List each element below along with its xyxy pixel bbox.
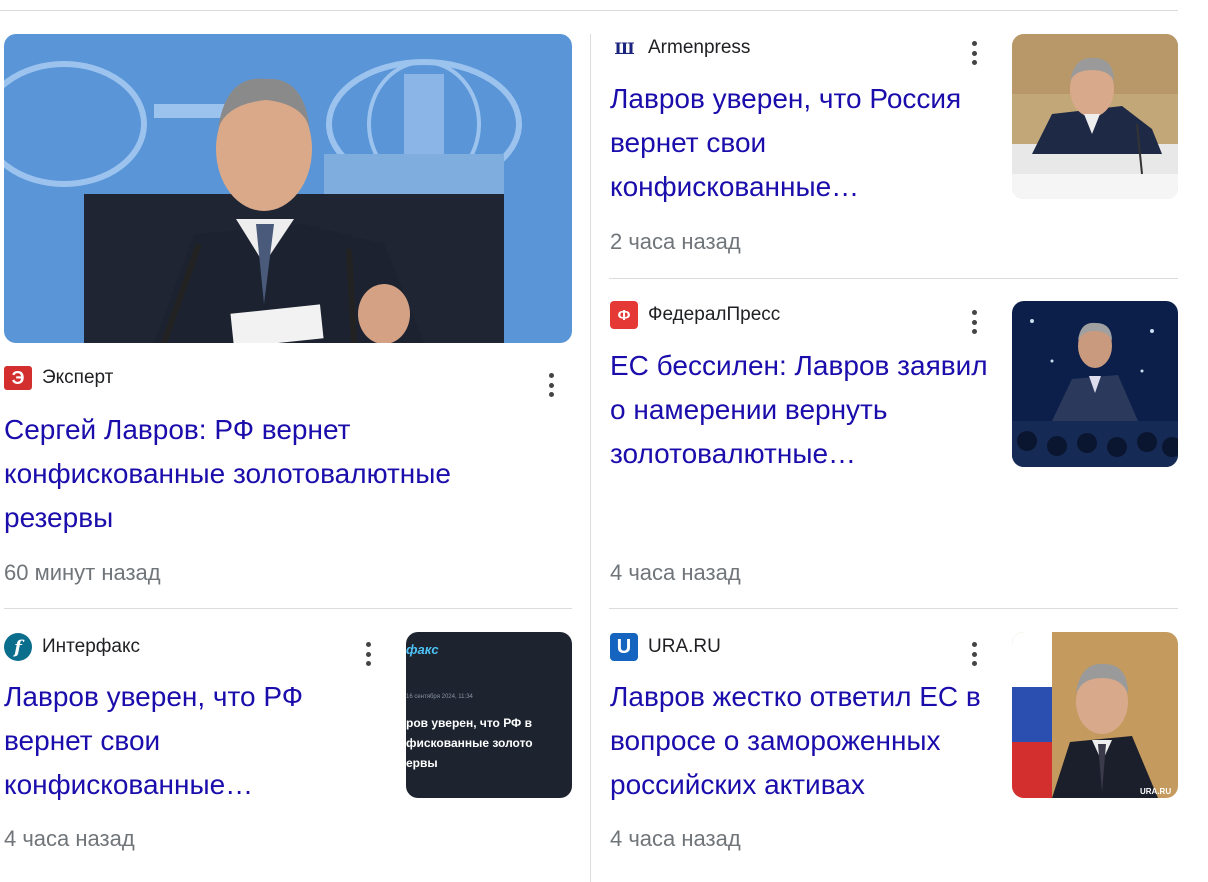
source-name: ФедералПресс bbox=[648, 304, 781, 325]
interfax-logo-icon: f bbox=[4, 633, 32, 661]
news-card-expert[interactable]: Э Эксперт Сергей Лавров: РФ вернет конфи… bbox=[0, 0, 590, 610]
more-options-icon[interactable] bbox=[358, 640, 378, 668]
expert-logo-icon: Э bbox=[4, 366, 32, 390]
source-line: Э Эксперт bbox=[4, 366, 113, 390]
lavrov-at-table-photo bbox=[1012, 34, 1178, 199]
source-name: URA.RU bbox=[648, 636, 721, 657]
lavrov-on-stage-photo bbox=[1012, 301, 1178, 467]
more-options-icon[interactable] bbox=[964, 308, 984, 336]
article-title[interactable]: Лавров уверен, что РФ вернет свои конфис… bbox=[4, 675, 374, 807]
more-options-icon[interactable] bbox=[964, 640, 984, 668]
ura-watermark: URA.RU bbox=[1140, 787, 1171, 796]
more-options-icon[interactable] bbox=[541, 371, 561, 399]
thumb-line-2: фискованные золото bbox=[406, 736, 533, 750]
article-title[interactable]: Лавров жестко ответил ЕС в вопросе о зам… bbox=[610, 675, 1000, 807]
article-title[interactable]: Сергей Лавров: РФ вернет конфискованные … bbox=[4, 408, 564, 540]
ura-logo-icon: U bbox=[610, 633, 638, 661]
thumb-logo: факс bbox=[406, 642, 439, 657]
thumb-line-3: ервы bbox=[406, 756, 438, 770]
thumb-line-1: ров уверен, что РФ в bbox=[406, 716, 533, 730]
article-image[interactable]: URA.RU bbox=[1012, 632, 1178, 798]
lavrov-press-conference-photo bbox=[4, 34, 572, 343]
favicon-letter: f bbox=[14, 636, 22, 658]
source-name: Интерфакс bbox=[42, 636, 140, 657]
article-time: 60 минут назад bbox=[4, 560, 161, 585]
source-line: Ф ФедералПресс bbox=[610, 301, 780, 329]
article-time: 4 часа назад bbox=[610, 560, 741, 585]
article-title[interactable]: ЕС бессилен: Лавров заявил о намерении в… bbox=[610, 344, 990, 476]
thumb-date: 16 сентября 2024, 11:34 bbox=[406, 694, 473, 700]
source-name: Эксперт bbox=[42, 367, 114, 388]
article-image[interactable] bbox=[4, 34, 572, 343]
favicon-letter: Ш bbox=[614, 38, 634, 58]
source-name: Armenpress bbox=[648, 37, 751, 58]
federalpress-logo-icon: Ф bbox=[610, 301, 638, 329]
news-card-interfax[interactable]: f Интерфакс Лавров уверен, что РФ вернет… bbox=[0, 608, 590, 882]
source-line: f Интерфакс bbox=[4, 633, 140, 661]
favicon-letter: Э bbox=[11, 367, 25, 388]
armenpress-logo-icon: Ш bbox=[610, 34, 638, 62]
news-card-armenpress[interactable]: Ш Armenpress Лавров уверен, что Россия в… bbox=[590, 0, 1190, 278]
article-image[interactable]: факс 16 сентября 2024, 11:34 ров уверен,… bbox=[406, 632, 572, 798]
article-time: 4 часа назад bbox=[4, 826, 135, 851]
news-card-federalpress[interactable]: Ф ФедералПресс ЕС бессилен: Лавров заяви… bbox=[590, 278, 1190, 608]
favicon-letter: U bbox=[616, 635, 632, 658]
source-line: Ш Armenpress bbox=[610, 34, 750, 62]
article-time: 4 часа назад bbox=[610, 826, 741, 851]
lavrov-with-flag-photo: URA.RU bbox=[1012, 632, 1178, 798]
article-image[interactable] bbox=[1012, 34, 1178, 199]
favicon-letter: Ф bbox=[617, 306, 631, 324]
article-image[interactable] bbox=[1012, 301, 1178, 467]
source-line: U URA.RU bbox=[610, 633, 721, 661]
article-time: 2 часа назад bbox=[610, 229, 741, 254]
news-card-ura[interactable]: U URA.RU Лавров жестко ответил ЕС в вопр… bbox=[590, 608, 1190, 882]
article-title[interactable]: Лавров уверен, что Россия вернет свои ко… bbox=[610, 77, 990, 209]
more-options-icon[interactable] bbox=[964, 39, 984, 67]
